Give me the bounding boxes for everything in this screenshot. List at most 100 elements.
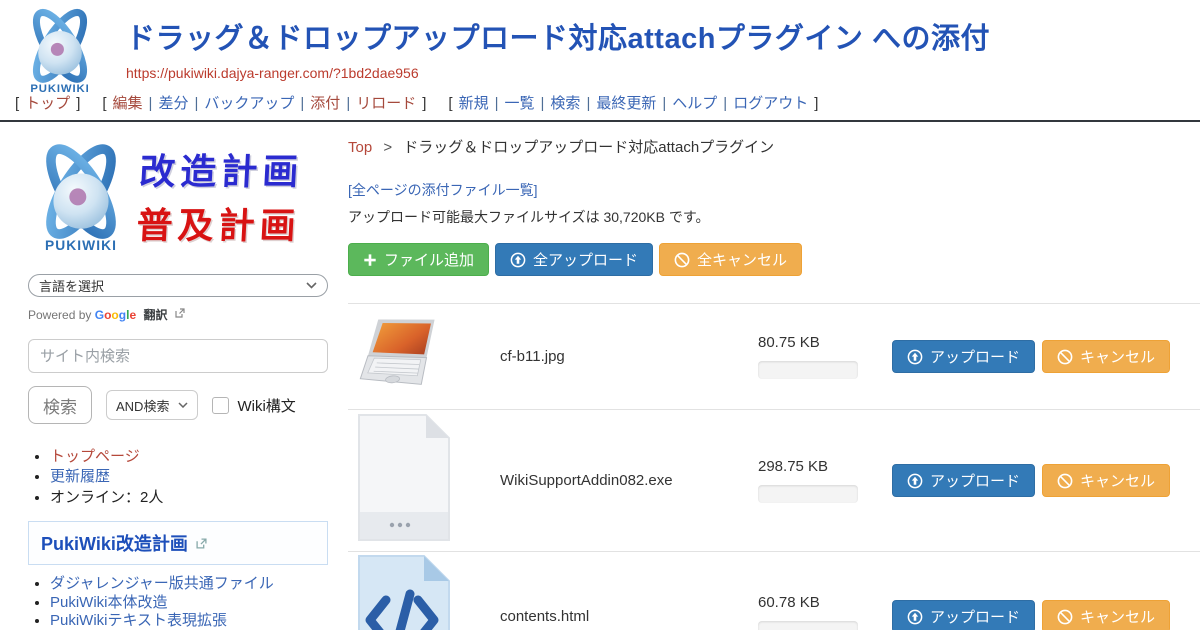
- sidebar-link-common-files[interactable]: ダジャレンジャー版共通ファイル: [50, 575, 274, 592]
- nav-diff[interactable]: 差分: [158, 95, 188, 112]
- nav-backup[interactable]: バックアップ: [204, 95, 294, 112]
- nav-logout[interactable]: ログアウト: [733, 95, 808, 112]
- section-heading-link[interactable]: PukiWiki改造計画: [41, 534, 188, 554]
- sidebar-link-text-ext[interactable]: PukiWikiテキスト表現拡張: [50, 612, 227, 629]
- sidebar-section-box: PukiWiki改造計画: [28, 521, 328, 565]
- nav-help[interactable]: ヘルプ: [672, 95, 717, 112]
- cancel-button[interactable]: キャンセル: [1042, 464, 1170, 497]
- cancel-button[interactable]: キャンセル: [1042, 600, 1170, 630]
- cancel-button[interactable]: キャンセル: [1042, 340, 1170, 373]
- arrow-circle-up-icon: [907, 349, 923, 365]
- ban-icon: [1057, 609, 1073, 625]
- search-button[interactable]: 検索: [28, 386, 92, 424]
- chevron-down-icon: [178, 402, 188, 408]
- sidebar-link-top-page[interactable]: トップページ: [50, 448, 140, 465]
- file-name: cf-b11.jpg: [498, 348, 758, 365]
- sidebar: PUKIWIKI 改造計画 普及計画 言語を選択 Powered by Goog…: [28, 136, 328, 630]
- language-select-value: 言語を選択: [39, 276, 104, 295]
- list-item: PukiWiki本体改造: [50, 595, 328, 612]
- online-count: オンライン：2人: [50, 489, 163, 506]
- ban-icon: [1057, 473, 1073, 489]
- upload-all-button[interactable]: 全アップロード: [495, 243, 653, 276]
- breadcrumb-home-link[interactable]: Top: [348, 139, 372, 156]
- file-row: contents.html 60.78 KB アップロード: [348, 552, 1200, 630]
- upload-button[interactable]: アップロード: [892, 464, 1035, 497]
- nav-edit[interactable]: 編集: [113, 95, 143, 112]
- html-code-file-icon: [356, 554, 452, 630]
- logo-slogan-1: 改造計画: [138, 145, 305, 199]
- file-row: WikiSupportAddin082.exe 298.75 KB アップロード: [348, 410, 1200, 552]
- file-name: contents.html: [498, 608, 758, 625]
- language-select[interactable]: 言語を選択: [28, 274, 328, 297]
- arrow-circle-up-icon: [907, 609, 923, 625]
- arrow-circle-up-icon: [510, 252, 526, 268]
- cancel-all-button[interactable]: 全キャンセル: [659, 243, 802, 276]
- sidebar-link-update-history[interactable]: 更新履歴: [50, 468, 110, 485]
- list-item: ダジャレンジャー版共通ファイル: [50, 576, 328, 593]
- wiki-syntax-label: Wiki構文: [237, 395, 295, 416]
- nav-top[interactable]: トップ: [25, 95, 70, 112]
- nav-recent[interactable]: 最終更新: [596, 95, 656, 112]
- breadcrumb-current: ドラッグ＆ドロップアップロード対応attachプラグイン: [403, 139, 774, 156]
- all-attachments-link[interactable]: [全ページの添付ファイル一覧]: [348, 180, 538, 200]
- wiki-syntax-checkbox[interactable]: [212, 397, 229, 414]
- sidebar-logo-link[interactable]: PUKIWIKI 改造計画 普及計画: [28, 136, 328, 262]
- external-link-icon: [196, 538, 207, 549]
- sidebar-link-core-mods[interactable]: PukiWiki本体改造: [50, 594, 168, 611]
- file-row: cf-b11.jpg 80.75 KB アップロード: [348, 304, 1200, 410]
- pukiwiki-atom-icon: PUKIWIKI: [28, 138, 134, 260]
- google-logo: Google: [95, 308, 140, 322]
- sidebar-quick-links: トップページ 更新履歴 オンライン：2人: [28, 448, 328, 506]
- logo-slogan-2: 普及計画: [135, 199, 302, 253]
- bracket: [: [448, 95, 452, 112]
- file-size: 60.78 KB: [758, 594, 876, 611]
- nav-list[interactable]: 一覧: [505, 95, 535, 112]
- generic-file-icon: [356, 413, 452, 543]
- list-item: トップページ: [50, 448, 328, 465]
- nav-search[interactable]: 検索: [550, 95, 580, 112]
- nav-reload[interactable]: リロード: [356, 95, 416, 112]
- max-upload-size-text: アップロード可能最大ファイルサイズは 30,720KB です。: [348, 207, 1200, 227]
- page-url-link[interactable]: https://pukiwiki.dajya-ranger.com/?1bd2d…: [126, 65, 419, 81]
- ban-icon: [1057, 349, 1073, 365]
- bracket: [: [102, 95, 106, 112]
- add-files-button[interactable]: ファイル追加: [348, 243, 489, 276]
- pukiwiki-logo[interactable]: PUKIWIKI: [12, 4, 108, 100]
- bulk-actions: ファイル追加 全アップロード 全キャンセル: [348, 243, 1200, 276]
- nav-attach[interactable]: 添付: [310, 95, 340, 112]
- search-mode-select[interactable]: AND検索: [106, 390, 198, 420]
- file-size: 298.75 KB: [758, 458, 876, 475]
- external-link-icon: [175, 308, 185, 318]
- list-item: オンライン：2人: [50, 489, 328, 506]
- breadcrumb-separator: >: [383, 139, 392, 156]
- google-translate-attribution: Powered by Google 翻訳: [28, 306, 328, 323]
- file-name: WikiSupportAddin082.exe: [498, 472, 758, 489]
- image-thumbnail-laptop: [356, 314, 452, 394]
- sidebar-plugin-links: ダジャレンジャー版共通ファイル PukiWiki本体改造 PukiWikiテキス…: [28, 576, 328, 630]
- main-content: Top > ドラッグ＆ドロップアップロード対応attachプラグイン [全ページ…: [348, 136, 1200, 630]
- page-title: ドラッグ＆ドロップアップロード対応attachプラグイン への添付: [126, 24, 1200, 56]
- logo-wordmark: PUKIWIKI: [45, 238, 117, 253]
- plus-icon: [363, 253, 377, 267]
- top-nav: [トップ][編集|差分|バックアップ|添付|リロード][新規|一覧|検索|最終更…: [12, 92, 821, 113]
- translate-link[interactable]: 翻訳: [143, 308, 167, 322]
- upload-button[interactable]: アップロード: [892, 340, 1035, 373]
- file-size: 80.75 KB: [758, 334, 876, 351]
- nav-new[interactable]: 新規: [459, 95, 489, 112]
- header: PUKIWIKI ドラッグ＆ドロップアップロード対応attachプラグイン への…: [0, 0, 1200, 122]
- upload-button[interactable]: アップロード: [892, 600, 1035, 630]
- bracket: ]: [814, 95, 818, 112]
- arrow-circle-up-icon: [907, 473, 923, 489]
- list-item: 更新履歴: [50, 468, 328, 485]
- list-item: PukiWikiテキスト表現拡張: [50, 613, 328, 630]
- upload-queue: cf-b11.jpg 80.75 KB アップロード: [348, 303, 1200, 630]
- bracket: ]: [76, 95, 80, 112]
- chevron-down-icon: [306, 282, 317, 289]
- bracket: ]: [422, 95, 426, 112]
- upload-progress-bar: [758, 621, 858, 630]
- site-search-input[interactable]: [28, 339, 328, 373]
- upload-progress-bar: [758, 361, 858, 379]
- bracket: [: [15, 95, 19, 112]
- breadcrumb: Top > ドラッグ＆ドロップアップロード対応attachプラグイン: [348, 136, 1200, 157]
- ban-icon: [674, 252, 690, 268]
